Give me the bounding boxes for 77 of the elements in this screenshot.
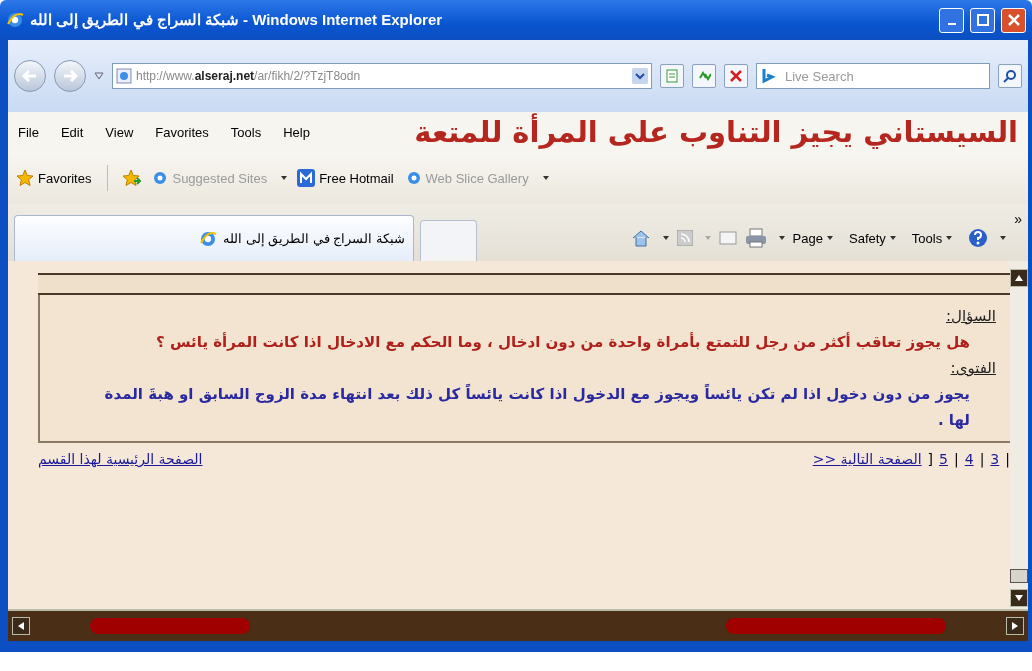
favorites-link[interactable]: Free Hotmail xyxy=(295,167,396,189)
pager-bracket: ] xyxy=(927,451,934,467)
printer-icon[interactable] xyxy=(744,228,767,248)
window-title: شبكة السراج في الطريق إلى الله - Windows Internet Explorer xyxy=(30,11,444,29)
document-icon xyxy=(665,69,679,83)
dropdown-icon[interactable] xyxy=(632,68,648,84)
overlay-caption: السيستاني يجيز التناوب على المرأة للمتعة xyxy=(414,115,1018,149)
section-home-link[interactable]: الصفحة الرئيسية لهذا القسم xyxy=(38,451,203,467)
answer-text: يجوز من دون دخول اذا لم تكن يائساً ويجوز مع الدخول اذا كانت يائساً كل ذلك بعد انتهاء مدة الزوج السابق او هبةَ المدة لها . xyxy=(103,383,971,431)
menu-item[interactable]: Favorites xyxy=(155,124,209,140)
command-menu[interactable]: Tools xyxy=(911,230,953,246)
add-favorite-icon[interactable] xyxy=(122,169,143,187)
browser-logo-icon xyxy=(405,170,422,186)
minimize-button[interactable] xyxy=(939,7,964,33)
page-icon xyxy=(116,68,132,84)
caret-icon[interactable] xyxy=(662,236,669,240)
stop-icon xyxy=(730,70,742,82)
next-page-link[interactable]: >> الصفحة التالية xyxy=(812,451,922,467)
right-arrow-icon xyxy=(1011,621,1019,631)
search-field[interactable]: Live Search xyxy=(756,63,990,89)
page-link[interactable]: 4 xyxy=(964,451,974,467)
compatibility-button[interactable] xyxy=(660,64,684,88)
close-icon xyxy=(1007,14,1020,26)
maximize-icon xyxy=(976,14,989,26)
command-menu[interactable]: Safety xyxy=(849,230,896,246)
scroll-up-button[interactable] xyxy=(1010,269,1028,287)
menu-item[interactable]: Edit xyxy=(60,124,84,140)
back-arrow-icon xyxy=(22,69,38,83)
url-text: http://www.alseraj.net/ar/fikh/2/?TzjT8odn xyxy=(136,69,362,83)
scroll-right-button[interactable] xyxy=(1006,617,1024,635)
scroll-down-button[interactable] xyxy=(1010,589,1028,607)
menu-item[interactable]: Tools xyxy=(230,124,262,140)
pager-separator: | xyxy=(1005,451,1010,467)
home-icon[interactable] xyxy=(630,229,651,247)
scroll-left-button[interactable] xyxy=(12,617,30,635)
star-icon xyxy=(16,169,34,187)
forward-button[interactable] xyxy=(54,60,86,92)
browser-tab[interactable]: شبكة السراج في الطريق إلى الله xyxy=(14,215,414,261)
caret-icon[interactable] xyxy=(1000,236,1007,240)
refresh-button[interactable] xyxy=(692,64,716,88)
refresh-icon xyxy=(697,69,711,83)
command-menu[interactable]: Page xyxy=(792,230,833,246)
favorites-button[interactable]: Favorites xyxy=(14,167,94,189)
scroll-thumb[interactable] xyxy=(1010,569,1028,583)
search-icon xyxy=(1003,69,1017,83)
question-text: هل يجوز تعاقب أكثر من رجل للتمتع بأمراة واحدة من دون ادخال ، وما الحكم مع الادخال اذا كانت المرأة يائس ؟ xyxy=(155,331,971,353)
maximize-button[interactable] xyxy=(970,7,995,33)
answer-label: الفتوى: xyxy=(949,358,996,379)
menu-item[interactable]: Help xyxy=(283,124,310,140)
browser-logo-icon xyxy=(152,170,169,186)
caret-icon[interactable] xyxy=(778,236,785,240)
address-field[interactable]: http://www.alseraj.net/ar/fikh/2/?TzjT8odn xyxy=(112,63,652,89)
menu-item[interactable]: View xyxy=(105,124,134,140)
overflow-chevron[interactable]: » xyxy=(1014,211,1022,227)
help-icon[interactable] xyxy=(968,228,989,248)
pager-separator: | xyxy=(979,451,985,467)
horizontal-scrollbar[interactable] xyxy=(8,609,1028,641)
page-link[interactable]: 3 xyxy=(990,451,1000,467)
dropdown-icon[interactable] xyxy=(94,72,104,80)
vertical-scrollbar[interactable] xyxy=(1010,261,1028,609)
search-button[interactable] xyxy=(998,64,1022,88)
browser-logo-icon xyxy=(198,229,217,248)
back-button[interactable] xyxy=(14,60,46,92)
minimize-icon xyxy=(947,23,956,25)
page-link[interactable]: 5 xyxy=(939,451,948,467)
close-button[interactable] xyxy=(1001,7,1026,33)
stop-button[interactable] xyxy=(724,64,748,88)
left-arrow-icon xyxy=(17,621,25,631)
down-arrow-icon xyxy=(1014,594,1024,602)
pager-separator: | xyxy=(954,451,959,467)
mail-logo-icon xyxy=(297,169,316,187)
menu-item[interactable]: File xyxy=(18,124,39,140)
browser-logo-icon xyxy=(6,11,24,29)
forward-arrow-icon xyxy=(62,69,78,83)
question-label: السؤال: xyxy=(945,306,996,327)
search-engine-icon xyxy=(761,68,777,84)
up-arrow-icon xyxy=(1014,274,1024,282)
